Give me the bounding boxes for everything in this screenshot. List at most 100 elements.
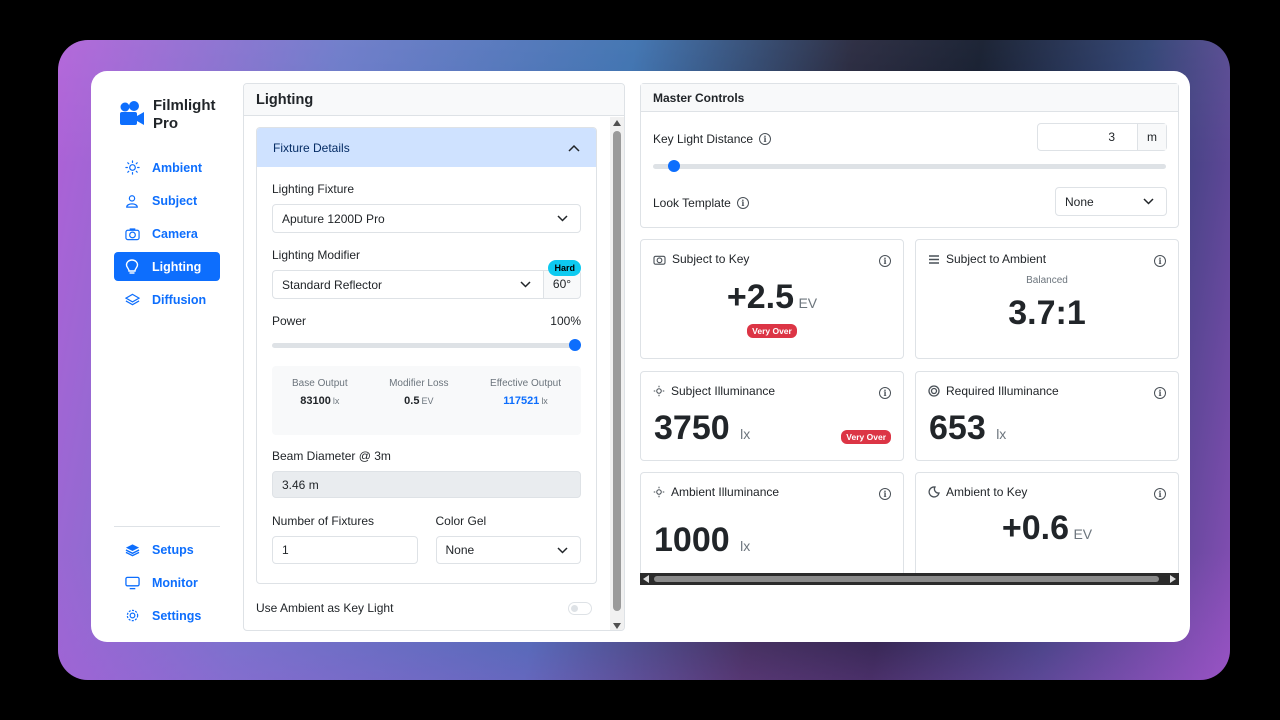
chevron-down-icon [557, 215, 568, 222]
card-value-row: +2.5 EV [641, 278, 903, 317]
lighting-scroll-area: Fixture Details Lighting Fixture Aputure… [244, 117, 608, 630]
look-template-row: Look Template i [653, 196, 749, 210]
fixtures-label: Number of Fixtures [272, 514, 375, 528]
sidebar-item-label: Camera [152, 226, 198, 241]
fixtures-input[interactable]: 1 [272, 536, 418, 564]
fixture-details-header[interactable]: Fixture Details [257, 128, 596, 167]
key-distance-input[interactable]: 3 [1038, 124, 1137, 150]
sidebar-item-monitor[interactable]: Monitor [114, 568, 220, 597]
card-value-row: +0.6 EV [916, 509, 1178, 548]
subject-to-key-value: +2.5 [726, 278, 794, 316]
card-value-row: 653 lx [929, 409, 1006, 448]
card-value-row: 1000 lx [654, 521, 750, 560]
very-over-badge: Very Over [841, 430, 891, 444]
ambient-to-key-card: Ambient to Key i +0.6 EV [915, 472, 1179, 585]
scrollbar-thumb[interactable] [654, 576, 1159, 582]
toggle-knob [571, 604, 578, 612]
card-value-row: 3750 lx [654, 409, 750, 448]
key-distance-slider[interactable] [653, 159, 1166, 173]
key-distance-input-group: 3 m [1037, 123, 1167, 151]
person-icon [124, 193, 140, 209]
info-icon[interactable]: i [1154, 487, 1166, 500]
required-illuminance-card: Required Illuminance i 653 lx [915, 371, 1179, 461]
key-distance-unit: m [1137, 124, 1166, 150]
scroll-right-arrow[interactable] [1170, 575, 1176, 583]
look-template-select[interactable]: None [1055, 187, 1167, 216]
key-distance-row: Key Light Distance i [653, 132, 772, 146]
sidebar-item-label: Ambient [152, 160, 202, 175]
sidebar-item-label: Settings [152, 608, 202, 623]
power-label: Power [272, 314, 307, 328]
effective-output-value: 117521 [503, 395, 540, 407]
scrollbar-thumb[interactable] [613, 131, 621, 611]
ambient-to-key-value: +0.6 [1001, 509, 1069, 547]
fixture-details-accordion: Fixture Details Lighting Fixture Aputure… [256, 127, 597, 584]
stack-icon [124, 542, 140, 558]
info-icon[interactable]: i [879, 254, 891, 267]
modifier-loss-value: 0.5 [404, 395, 420, 407]
sun-icon [124, 160, 140, 176]
fixture-select[interactable]: Aputure 1200D Pro [272, 204, 581, 233]
sidebar-item-label: Monitor [152, 575, 198, 590]
sidebar-item-label: Subject [152, 193, 198, 208]
base-output-value: 83100 [300, 395, 331, 407]
ambient-as-key-row: Use Ambient as Key Light [256, 601, 592, 615]
ambient-illuminance-card: Ambient Illuminance i 1000 lx [640, 472, 904, 585]
effective-output-stat: Effective Output 117521 lx [490, 378, 561, 423]
sidebar-item-lighting[interactable]: Lighting [114, 252, 220, 281]
fixtures-group: Number of Fixtures 1 [272, 514, 418, 564]
sidebar-item-ambient[interactable]: Ambient [114, 153, 220, 182]
modifier-group: Standard Reflector 60° [272, 270, 581, 299]
modifier-value: Standard Reflector [282, 277, 383, 292]
key-distance-label: Key Light Distance [653, 132, 754, 146]
lightbulb-icon [124, 258, 140, 275]
effective-output-label: Effective Output [490, 378, 561, 389]
power-slider-thumb[interactable] [569, 339, 581, 351]
subject-illuminance-unit: lx [740, 426, 751, 442]
sidebar-item-setups[interactable]: Setups [114, 535, 220, 564]
accordion-title: Fixture Details [273, 140, 350, 155]
info-icon[interactable]: i [879, 487, 891, 500]
app-window: Filmlight Pro Ambient Subject Camera Lig… [91, 71, 1190, 642]
sidebar-item-camera[interactable]: Camera [114, 219, 220, 248]
vertical-scrollbar[interactable] [610, 117, 624, 630]
modifier-select[interactable]: Standard Reflector [272, 270, 544, 299]
moon-sun-icon [928, 486, 940, 498]
sidebar-item-subject[interactable]: Subject [114, 186, 220, 215]
info-icon[interactable]: i [879, 386, 891, 399]
chevron-up-icon [568, 144, 580, 152]
horizontal-scrollbar[interactable] [640, 573, 1179, 585]
gear-icon [124, 608, 140, 624]
base-output-unit: lx [332, 396, 340, 406]
gel-select[interactable]: None [435, 536, 581, 564]
effective-output-unit: lx [541, 396, 548, 406]
subject-illuminance-card: Subject Illuminance i 3750 lx Very Over [640, 371, 904, 461]
info-icon[interactable]: i [1154, 386, 1166, 399]
gel-group: Color Gel None [435, 514, 581, 564]
fixture-label: Lighting Fixture [272, 182, 355, 196]
scroll-down-arrow[interactable] [613, 623, 621, 629]
power-slider[interactable] [272, 338, 581, 352]
scroll-left-arrow[interactable] [643, 575, 649, 583]
base-output-stat: Base Output 83100 lx [292, 378, 348, 423]
modifier-hardness-badge: Hard [548, 260, 581, 276]
key-distance-thumb[interactable] [668, 160, 681, 172]
sidebar-item-label: Diffusion [152, 292, 207, 307]
power-slider-track [272, 343, 581, 348]
metrics-grid: Subject to Key i +2.5 EV Very Over Subje… [640, 239, 1179, 585]
gel-value: None [445, 543, 475, 557]
info-icon[interactable]: i [736, 197, 749, 209]
info-icon[interactable]: i [1154, 254, 1166, 267]
subject-to-key-card: Subject to Key i +2.5 EV Very Over [640, 239, 904, 359]
sidebar-item-diffusion[interactable]: Diffusion [114, 285, 220, 314]
sun-icon [653, 486, 665, 498]
layers-icon [124, 292, 140, 308]
ambient-illuminance-unit: lx [740, 538, 751, 554]
ambient-as-key-toggle[interactable] [568, 601, 592, 615]
fixtures-gel-row: Number of Fixtures 1 Color Gel None [272, 514, 581, 564]
chevron-down-icon [520, 281, 531, 288]
sidebar-item-settings[interactable]: Settings [114, 601, 220, 630]
info-icon[interactable]: i [759, 133, 772, 145]
scroll-up-arrow[interactable] [613, 120, 621, 126]
very-over-badge: Very Over [747, 324, 797, 338]
